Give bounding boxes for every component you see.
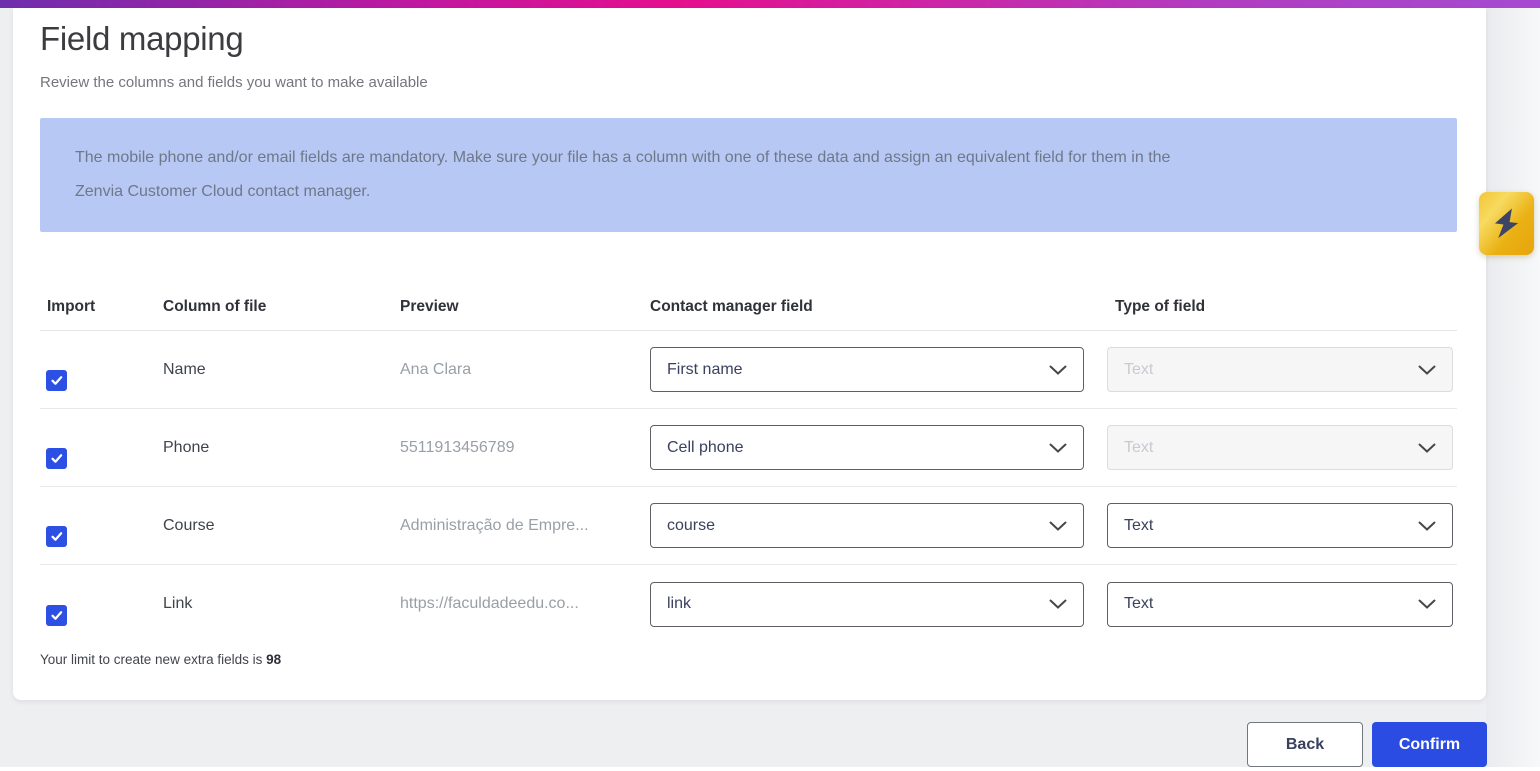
- info-banner: The mobile phone and/or email fields are…: [40, 118, 1457, 232]
- type-of-field-select[interactable]: Text: [1107, 425, 1453, 470]
- check-icon: [51, 376, 63, 385]
- banner-text-line-1: The mobile phone and/or email fields are…: [75, 149, 1171, 166]
- table-header-import: Import: [47, 297, 96, 315]
- select-value: Text: [1124, 595, 1154, 612]
- chevron-down-icon: [1049, 443, 1067, 453]
- preview-value: Administração de Empre...: [400, 516, 589, 534]
- chevron-down-icon: [1418, 443, 1436, 453]
- right-gutter: [1486, 8, 1540, 771]
- import-checkbox[interactable]: [46, 448, 67, 469]
- column-of-file-label: Phone: [163, 438, 210, 456]
- field-mapping-panel: Field mapping Review the columns and fie…: [13, 8, 1486, 700]
- banner-text-line-2: Zenvia Customer Cloud contact manager.: [75, 183, 371, 200]
- chevron-down-icon: [1418, 521, 1436, 531]
- select-value: link: [667, 595, 692, 612]
- table-row: Link https://faculdadeedu.co... link Tex…: [40, 565, 1457, 643]
- preview-value: 5511913456789: [400, 438, 515, 456]
- select-value: course: [667, 516, 716, 534]
- table-row: Course Administração de Empre... course …: [40, 487, 1457, 565]
- select-value: Cell phone: [667, 438, 744, 456]
- table-header-row: Import Column of file Preview Contact ma…: [40, 283, 1457, 331]
- chevron-down-icon: [1418, 599, 1436, 609]
- bottom-strip: [0, 767, 1540, 771]
- type-of-field-select[interactable]: Text: [1107, 347, 1453, 392]
- quick-actions-button[interactable]: [1479, 192, 1534, 255]
- chevron-down-icon: [1049, 521, 1067, 531]
- column-of-file-label: Name: [163, 360, 206, 378]
- check-icon: [51, 532, 63, 541]
- contact-manager-field-select[interactable]: Cell phone: [650, 425, 1084, 470]
- select-value: Text: [1124, 360, 1154, 378]
- back-button[interactable]: Back: [1247, 722, 1363, 767]
- preview-value: Ana Clara: [400, 360, 472, 378]
- check-icon: [51, 454, 63, 463]
- table-row: Name Ana Clara First name Text: [40, 331, 1457, 409]
- page-title: Field mapping: [40, 20, 244, 57]
- chevron-down-icon: [1049, 365, 1067, 375]
- table-row: Phone 5511913456789 Cell phone Text: [40, 409, 1457, 487]
- chevron-down-icon: [1418, 365, 1436, 375]
- confirm-button[interactable]: Confirm: [1372, 722, 1487, 767]
- preview-value: https://faculdadeedu.co...: [400, 595, 579, 612]
- import-checkbox[interactable]: [46, 526, 67, 547]
- table-header-column-of-file: Column of file: [163, 297, 267, 315]
- chevron-down-icon: [1049, 599, 1067, 609]
- page-subtitle: Review the columns and fields you want t…: [40, 74, 428, 91]
- column-of-file-label: Link: [163, 595, 193, 612]
- check-icon: [51, 610, 63, 620]
- import-checkbox[interactable]: [46, 370, 67, 391]
- table-header-contact-manager-field: Contact manager field: [650, 297, 813, 315]
- table-header-type-of-field: Type of field: [1115, 297, 1206, 315]
- select-value: Text: [1124, 438, 1154, 456]
- field-mapping-table: Name Ana Clara First name Text Phone 551…: [40, 331, 1457, 643]
- limit-note-text: Your limit to create new extra fields is: [40, 652, 267, 667]
- top-gradient-bar: [0, 0, 1540, 8]
- lightning-bolt-icon: [1494, 208, 1519, 239]
- import-checkbox[interactable]: [46, 604, 67, 626]
- limit-value: 98: [266, 652, 282, 667]
- select-value: Text: [1124, 516, 1154, 534]
- contact-manager-field-select[interactable]: link: [650, 581, 1084, 627]
- type-of-field-select[interactable]: Text: [1107, 581, 1453, 627]
- extra-fields-limit-note: Your limit to create new extra fields is…: [40, 652, 281, 667]
- contact-manager-field-select[interactable]: First name: [650, 347, 1084, 392]
- type-of-field-select[interactable]: Text: [1107, 503, 1453, 548]
- table-header-preview: Preview: [400, 297, 459, 315]
- column-of-file-label: Course: [163, 516, 215, 534]
- select-value: First name: [667, 360, 743, 378]
- contact-manager-field-select[interactable]: course: [650, 503, 1084, 548]
